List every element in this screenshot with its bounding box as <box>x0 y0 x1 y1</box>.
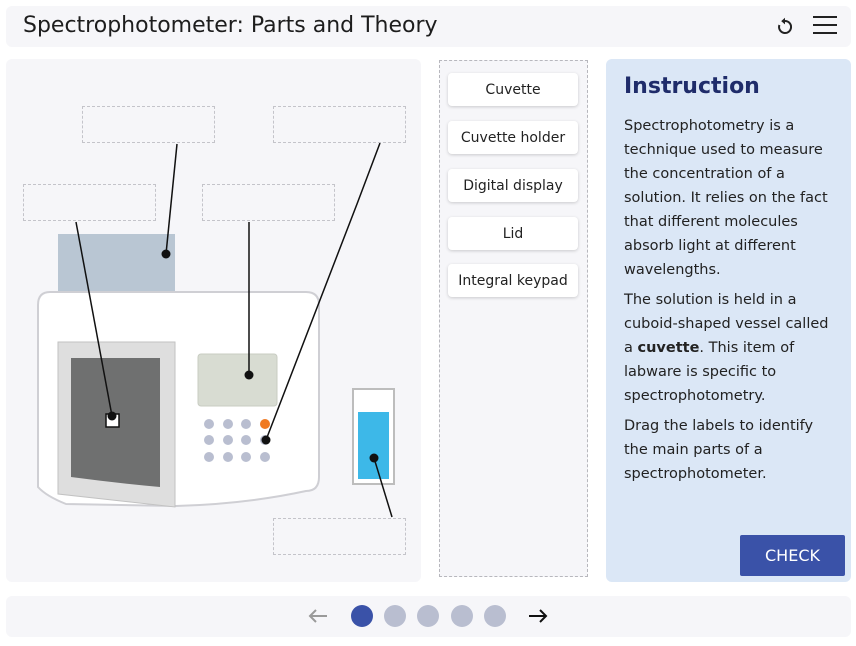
instruction-paragraph-1: Spectrophotometry is a technique used to… <box>624 118 828 278</box>
instruction-p2-bold: cuvette <box>637 340 700 356</box>
label-cuvette[interactable]: Cuvette <box>448 73 578 106</box>
labels-panel: Cuvette Cuvette holder Digital display L… <box>439 60 588 577</box>
page-dot-1[interactable] <box>351 605 373 627</box>
hamburger-menu-icon <box>813 16 837 34</box>
reload-icon <box>778 17 793 34</box>
target-marker-display <box>244 370 254 380</box>
menu-button[interactable] <box>812 14 842 40</box>
instruction-paragraph-2: The solution is held in a cuboid-shaped … <box>624 288 838 408</box>
check-button[interactable]: CHECK <box>740 535 845 576</box>
target-marker-lid <box>161 249 171 259</box>
page-dot-3[interactable] <box>417 605 439 627</box>
arrow-left-icon <box>308 609 327 623</box>
prev-page-button[interactable] <box>305 604 331 628</box>
header-bar: Spectrophotometer: Parts and Theory <box>6 6 851 47</box>
label-cuvette-holder[interactable]: Cuvette holder <box>448 121 578 154</box>
label-integral-keypad[interactable]: Integral keypad <box>448 264 578 297</box>
page-dot-2[interactable] <box>384 605 406 627</box>
instruction-title: Instruction <box>624 74 760 99</box>
dropzone-mid-left[interactable] <box>23 184 156 221</box>
dropzone-bottom-right[interactable] <box>273 518 406 555</box>
instruction-paragraph-3: Drag the labels to identify the main par… <box>624 418 814 482</box>
cuvette-liquid <box>358 412 389 479</box>
instruction-panel: Instruction Spectrophotometry is a techn… <box>606 59 851 582</box>
label-digital-display[interactable]: Digital display <box>448 169 578 202</box>
label-lid[interactable]: Lid <box>448 217 578 250</box>
reload-button[interactable] <box>769 14 801 40</box>
diagram-panel <box>6 59 421 582</box>
page-dot-4[interactable] <box>451 605 473 627</box>
dropzone-top-right[interactable] <box>273 106 406 143</box>
page-dot-5[interactable] <box>484 605 506 627</box>
pagination-footer <box>6 596 851 637</box>
page-title: Spectrophotometer: Parts and Theory <box>23 13 438 38</box>
arrow-right-icon <box>529 609 548 623</box>
dropzone-mid-center[interactable] <box>202 184 335 221</box>
next-page-button[interactable] <box>525 604 551 628</box>
dropzone-top-left[interactable] <box>82 106 215 143</box>
target-marker-keypad <box>261 435 271 445</box>
target-marker-cuvette <box>369 453 379 463</box>
target-marker-holder <box>107 411 117 421</box>
instruction-body: Spectrophotometry is a technique used to… <box>624 114 838 492</box>
digital-display-shape <box>197 353 278 407</box>
